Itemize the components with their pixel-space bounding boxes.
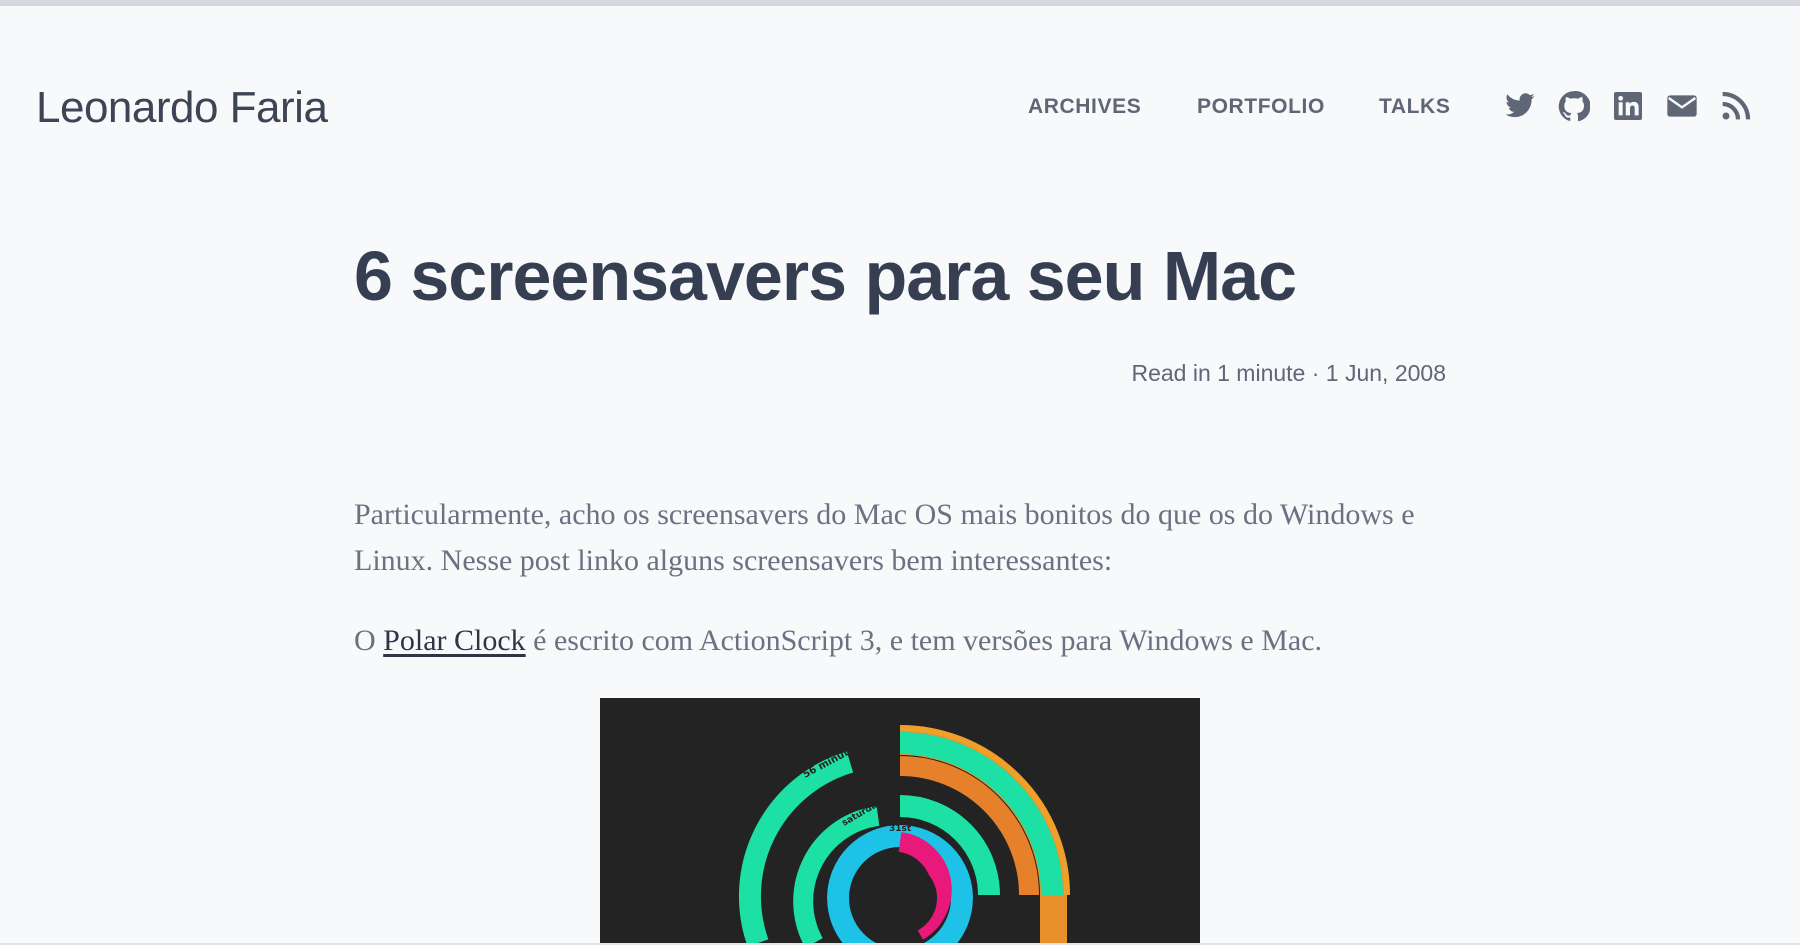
email-icon [1667,95,1697,117]
rss-link[interactable] [1720,90,1752,122]
site-brand-link[interactable]: Leonardo Faria [36,80,328,136]
linkedin-icon [1614,92,1642,120]
nav-archives-link[interactable]: ARCHIVES [1028,94,1141,120]
github-link[interactable] [1558,90,1590,122]
nav-portfolio-link[interactable]: PORTFOLIO [1197,94,1325,120]
polar-clock-image: 56 minutes saturday 31st may [600,698,1200,943]
paragraph-2-suffix: é escrito com ActionScript 3, e tem vers… [525,624,1323,657]
post-paragraph-1: Particularmente, acho os screensavers do… [354,498,1415,577]
paragraph-2-prefix: O [354,624,384,657]
twitter-link[interactable] [1504,90,1536,122]
nav-talks-link[interactable]: TALKS [1379,94,1450,120]
rss-icon [1722,91,1751,120]
polar-clock-graphic: 56 minutes saturday 31st may [738,725,1070,943]
post-paragraph-2: O Polar Clock é escrito com ActionScript… [354,618,1454,664]
email-link[interactable] [1666,90,1698,122]
post-meta: Read in 1 minute · 1 Jun, 2008 [1131,360,1446,386]
github-icon [1558,91,1590,122]
label-date: 31st [889,824,912,834]
top-border [0,0,1800,6]
post-title: 6 screensavers para seu Mac [354,237,1297,315]
polar-clock-link[interactable]: Polar Clock [383,624,526,657]
linkedin-link[interactable] [1612,90,1644,122]
twitter-icon [1505,93,1535,118]
